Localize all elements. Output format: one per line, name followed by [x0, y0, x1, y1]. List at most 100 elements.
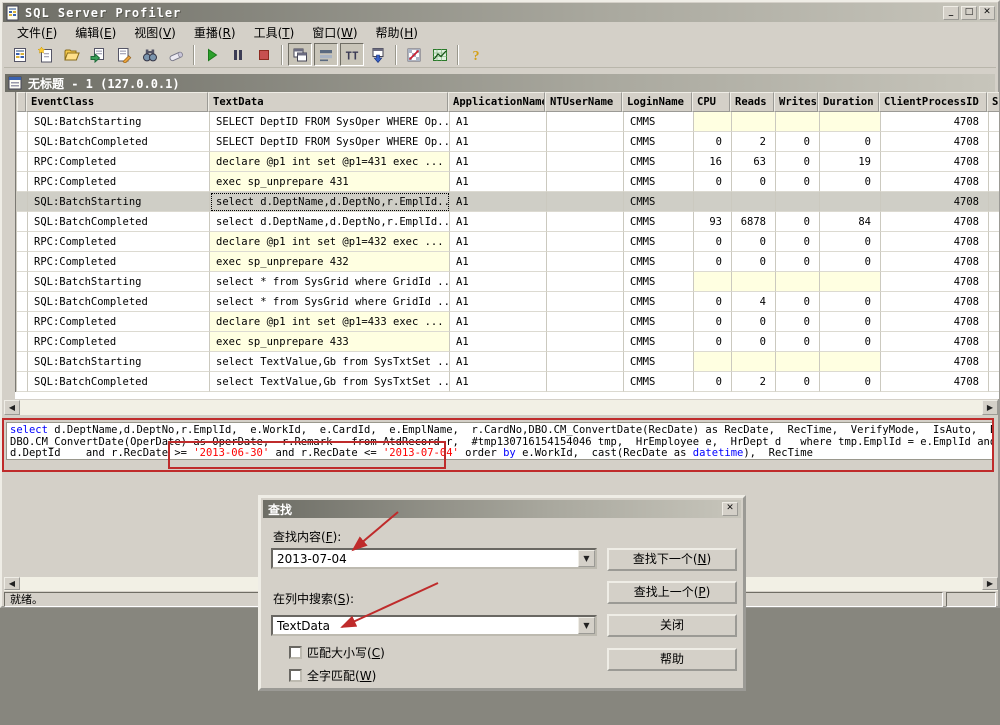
column-header-event[interactable]: EventClass [26, 92, 208, 112]
cell-cpu: 0 [694, 332, 732, 352]
table-row[interactable]: SQL:BatchStartingSELECT DeptID FROM SysO… [17, 112, 999, 132]
column-header-nt[interactable]: NTUserName [545, 92, 622, 112]
scroll-left-icon[interactable]: ◀ [4, 577, 20, 590]
find-icon[interactable] [138, 43, 162, 66]
column-header-text[interactable]: TextData [208, 92, 448, 112]
cell-cpu: 0 [694, 292, 732, 312]
cell-app: A1 [450, 132, 547, 152]
table-row[interactable]: RPC:Completeddeclare @p1 int set @p1=433… [17, 312, 999, 332]
filter-grid-icon[interactable] [402, 43, 426, 66]
find-dialog: 查找 ✕ 查找内容(F): 2013-07-04 ▼ 查找下一个(N) 查找上一… [258, 495, 746, 691]
sql-text-panel[interactable]: select d.DeptName,d.DeptNo,r.EmplId, e.W… [6, 422, 994, 460]
whole-word-option[interactable]: 全字匹配(W) [289, 667, 376, 684]
app-icon [5, 5, 21, 21]
new-trace-icon[interactable] [34, 43, 58, 66]
table-row[interactable]: RPC:Completeddeclare @p1 int set @p1=431… [17, 152, 999, 172]
table-row[interactable]: RPC:Completedexec sp_unprepare 432A1CMMS… [17, 252, 999, 272]
properties-icon[interactable] [112, 43, 136, 66]
cell-cpu [694, 192, 732, 212]
chevron-down-icon[interactable]: ▼ [578, 550, 595, 567]
column-header-dur[interactable]: Duration [818, 92, 879, 112]
menu-edit[interactable]: 编辑(E) [66, 22, 125, 43]
cell-dur: 0 [820, 372, 881, 392]
table-row[interactable]: SQL:BatchCompletedselect * from SysGrid … [17, 292, 999, 312]
column-header-cpu[interactable]: CPU [692, 92, 730, 112]
column-header-cpid[interactable]: ClientProcessID [879, 92, 987, 112]
text-view-icon[interactable]: TT [340, 43, 364, 66]
table-row[interactable]: SQL:BatchCompletedselect d.DeptName,d.De… [17, 212, 999, 232]
chevron-down-icon[interactable]: ▼ [578, 617, 595, 634]
column-header-app[interactable]: ApplicationName [448, 92, 545, 112]
close-find-button[interactable]: 关闭 [607, 614, 737, 637]
find-what-combobox[interactable]: 2013-07-04 ▼ [271, 548, 597, 569]
maximize-button[interactable]: □ [961, 6, 977, 20]
toolbar-separator [281, 45, 283, 65]
save-trace-icon[interactable] [86, 43, 110, 66]
column-header-writes[interactable]: Writes [774, 92, 818, 112]
cell-nt [547, 272, 624, 292]
cell-app: A1 [450, 192, 547, 212]
menu-file[interactable]: 文件(F) [8, 22, 66, 43]
column-header-reads[interactable]: Reads [730, 92, 774, 112]
table-row[interactable]: SQL:BatchStartingselect TextValue,Gb fro… [17, 352, 999, 372]
trace-properties-icon[interactable] [8, 43, 32, 66]
move-window-icon[interactable] [366, 43, 390, 66]
find-next-button[interactable]: 查找下一个(N) [607, 548, 737, 571]
cell-cpu: 16 [694, 152, 732, 172]
chart-icon[interactable] [428, 43, 452, 66]
pause-icon[interactable] [226, 43, 250, 66]
search-in-column-combobox[interactable]: TextData ▼ [271, 615, 597, 636]
cascade-windows-icon[interactable] [288, 43, 312, 66]
match-case-checkbox[interactable] [289, 646, 302, 659]
scroll-right-icon[interactable]: ▶ [982, 577, 998, 590]
close-button[interactable]: ✕ [979, 6, 995, 20]
cell-cpid: 4708 [881, 132, 989, 152]
trace-window-title-bar: 无标题 - 1 (127.0.0.1) [5, 74, 995, 92]
cell-spid [989, 252, 999, 272]
menu-replay[interactable]: 重播(R) [185, 22, 245, 43]
cell-text: declare @p1 int set @p1=432 exec ... [210, 232, 450, 252]
menu-help[interactable]: 帮助(H) [367, 22, 427, 43]
column-header-sel[interactable] [17, 92, 26, 112]
cell-reads: 6878 [732, 212, 776, 232]
clear-trace-icon[interactable] [164, 43, 188, 66]
grid-header: EventClassTextDataApplicationNameNTUserN… [17, 92, 999, 112]
cell-sel [17, 352, 28, 372]
table-row[interactable]: RPC:Completedexec sp_unprepare 433A1CMMS… [17, 332, 999, 352]
find-dialog-close-icon[interactable]: ✕ [722, 502, 738, 516]
cell-spid [989, 132, 999, 152]
cell-event: RPC:Completed [28, 232, 210, 252]
table-row[interactable]: SQL:BatchCompletedselect TextValue,Gb fr… [17, 372, 999, 392]
table-row[interactable]: SQL:BatchStartingselect * from SysGrid w… [17, 272, 999, 292]
cell-app: A1 [450, 332, 547, 352]
menu-view[interactable]: 视图(V) [125, 22, 185, 43]
help-button[interactable]: 帮助 [607, 648, 737, 671]
start-replay-icon[interactable] [200, 43, 224, 66]
scroll-right-icon[interactable]: ▶ [982, 400, 998, 415]
stop-icon[interactable] [252, 43, 276, 66]
menu-tools[interactable]: 工具(T) [245, 22, 304, 43]
table-row[interactable]: SQL:BatchCompletedSELECT DeptID FROM Sys… [17, 132, 999, 152]
column-header-spid[interactable]: SPID [987, 92, 999, 112]
help-icon[interactable]: ? [464, 43, 488, 66]
cell-text: select d.DeptName,d.DeptNo,r.EmplId... [210, 212, 450, 232]
cell-nt [547, 372, 624, 392]
cell-nt [547, 112, 624, 132]
cell-cpu: 0 [694, 172, 732, 192]
menu-window[interactable]: 窗口(W) [303, 22, 366, 43]
whole-word-checkbox[interactable] [289, 669, 302, 682]
minimize-button[interactable]: _ [943, 6, 959, 20]
cell-login: CMMS [624, 272, 694, 292]
match-case-option[interactable]: 匹配大小写(C) [289, 644, 385, 661]
find-previous-button[interactable]: 查找上一个(P) [607, 581, 737, 604]
table-row[interactable]: RPC:Completedexec sp_unprepare 431A1CMMS… [17, 172, 999, 192]
cell-cpid: 4708 [881, 232, 989, 252]
open-trace-icon[interactable] [60, 43, 84, 66]
cell-nt [547, 172, 624, 192]
grid-horizontal-scrollbar[interactable]: ◀ ▶ [4, 399, 998, 415]
table-row[interactable]: RPC:Completeddeclare @p1 int set @p1=432… [17, 232, 999, 252]
table-row[interactable]: SQL:BatchStartingselect d.DeptName,d.Dep… [17, 192, 999, 212]
column-header-login[interactable]: LoginName [622, 92, 692, 112]
scroll-left-icon[interactable]: ◀ [4, 400, 20, 415]
rows-view-icon[interactable] [314, 43, 338, 66]
